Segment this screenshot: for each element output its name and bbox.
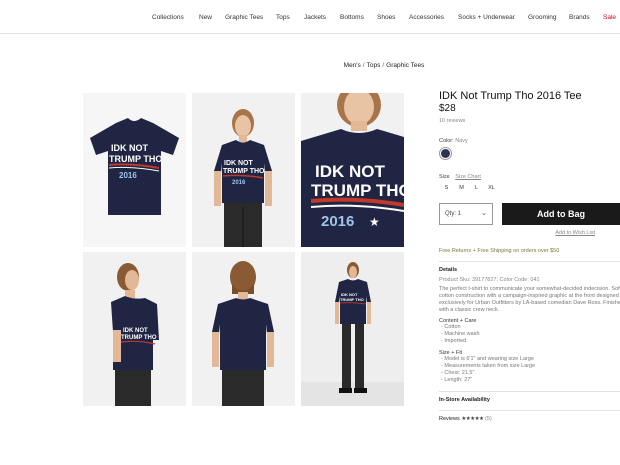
content-item: - Imported	[441, 338, 467, 345]
star-rating-icon: ★★★★★	[461, 416, 484, 423]
product-image-back[interactable]	[192, 252, 295, 406]
color-value: Navy	[455, 138, 468, 144]
in-store-availability-toggle[interactable]: In-Store Availability	[439, 397, 620, 403]
top-navigation: Collections New Graphic Tees Tops Jacket…	[0, 0, 620, 34]
divider	[439, 391, 620, 393]
nav-brands[interactable]: Brands	[569, 14, 590, 21]
fit-item: - Model is 6'1" and wearing size Large	[441, 355, 534, 362]
fit-item: - Measurements taken from size Large	[441, 362, 536, 369]
product-image-side-model[interactable]: IDK NOT TRUMP THO	[83, 252, 186, 406]
color-label: Color: Navy	[439, 138, 620, 144]
swatch-fill	[441, 149, 450, 158]
nav-grooming[interactable]: Grooming	[528, 14, 557, 21]
nav-accessories[interactable]: Accessories	[409, 14, 444, 21]
divider	[439, 410, 620, 412]
add-to-wishlist-link[interactable]: Add to Wish List	[439, 230, 620, 236]
quantity-value: Qty: 1	[445, 211, 462, 217]
nav-new[interactable]: New	[199, 14, 212, 21]
model-front-illustration: IDK NOT TRUMP THO 2016	[192, 93, 295, 247]
content-item: - Machine wash	[441, 331, 480, 338]
product-title: IDK Not Trump Tho 2016 Tee	[439, 90, 582, 102]
reviews-label: Reviews	[439, 416, 460, 423]
shirt-print-year: 2016	[232, 180, 246, 186]
details-heading[interactable]: Details	[439, 267, 620, 273]
nav-bottoms[interactable]: Bottoms	[340, 14, 364, 21]
breadcrumb: Men's / Tops / Graphic Tees	[0, 62, 620, 69]
reviews-count: (5)	[485, 416, 492, 423]
chevron-down-icon: ⌄	[481, 210, 487, 217]
add-to-bag-button[interactable]: Add to Bag	[502, 203, 620, 225]
breadcrumb-separator: /	[362, 62, 365, 69]
shirt-print-line2: TRUMP THO	[109, 154, 162, 164]
shirt-print-line2: TRUMP THO	[311, 181, 404, 200]
size-option-l[interactable]: L	[469, 185, 484, 191]
size-label: Size	[439, 174, 450, 180]
shipping-promo[interactable]: Free Returns + Free Shipping on orders o…	[439, 248, 620, 254]
shirt-print-year: 2016	[119, 171, 137, 180]
nav-collections[interactable]: Collections	[152, 14, 184, 21]
shirt-print-line1: IDK NOT	[224, 160, 254, 167]
breadcrumb-tops[interactable]: Tops	[367, 62, 381, 69]
breadcrumb-graphic-tees[interactable]: Graphic Tees	[386, 62, 424, 69]
color-swatch-navy[interactable]	[439, 147, 452, 160]
nav-jackets[interactable]: Jackets	[304, 14, 326, 21]
size-chart-link[interactable]: Size Chart	[455, 174, 481, 180]
shirt-print-year: 2016	[321, 213, 354, 230]
star-graphic-icon: ★	[369, 215, 380, 229]
content-item: - Cotton	[441, 324, 461, 330]
breadcrumb-separator: /	[382, 62, 385, 69]
fit-item: - Chest: 21.5"	[441, 370, 475, 377]
size-row: Size Size Chart	[439, 174, 620, 180]
model-side-illustration: IDK NOT TRUMP THO	[83, 252, 186, 406]
size-options: S M L XL	[439, 185, 620, 191]
divider	[439, 261, 620, 262]
shirt-print-line1: IDK NOT	[315, 162, 386, 181]
size-option-m[interactable]: M	[454, 185, 469, 191]
product-image-flatlay[interactable]: IDK NOT TRUMP THO 2016	[83, 93, 186, 247]
model-back-illustration	[192, 252, 295, 406]
size-option-xl[interactable]: XL	[484, 185, 499, 191]
tshirt-flatlay-illustration: IDK NOT TRUMP THO 2016	[83, 93, 186, 247]
quantity-select[interactable]: Qty: 1 ⌄	[439, 203, 493, 225]
product-image-closeup[interactable]: IDK NOT TRUMP THO 2016 ★	[301, 93, 404, 247]
reviews-toggle[interactable]: Reviews ★★★★★ (5)	[439, 416, 620, 422]
nav-graphic-tees[interactable]: Graphic Tees	[225, 14, 263, 21]
model-fullbody-illustration: IDK NOT TRUMP THO	[301, 252, 404, 406]
nav-tops[interactable]: Tops	[276, 14, 290, 21]
product-image-full-body[interactable]: IDK NOT TRUMP THO	[301, 252, 404, 406]
product-sku: Product Sku: 39177827; Color Code: 041	[439, 277, 540, 283]
shirt-print-line1: IDK NOT	[111, 143, 149, 153]
nav-shoes[interactable]: Shoes	[377, 14, 395, 21]
nav-socks-underwear[interactable]: Socks + Underwear	[458, 14, 515, 21]
review-count-link[interactable]: 10 reviews	[439, 118, 620, 124]
color-label-text: Color:	[439, 138, 454, 144]
model-closeup-illustration: IDK NOT TRUMP THO 2016 ★	[301, 93, 404, 247]
nav-sale[interactable]: Sale	[603, 14, 616, 21]
shirt-print-line2: TRUMP THO	[223, 168, 265, 175]
product-image-front-model[interactable]: IDK NOT TRUMP THO 2016	[192, 93, 295, 247]
product-info-panel: IDK Not Trump Tho 2016 Tee $28 10 review…	[439, 90, 620, 422]
product-description: The perfect t-shirt to communicate your …	[439, 286, 620, 313]
size-option-s[interactable]: S	[439, 185, 454, 191]
shirt-print-line1: IDK NOT	[123, 328, 148, 334]
shirt-print-line2: TRUMP THO	[340, 297, 364, 302]
product-price: $28	[439, 103, 456, 114]
breadcrumb-mens[interactable]: Men's	[344, 62, 361, 69]
purchase-row: Qty: 1 ⌄ Add to Bag	[439, 203, 620, 225]
shirt-print-line2: TRUMP THO	[121, 335, 157, 341]
fit-item: - Length: 27"	[441, 377, 473, 384]
